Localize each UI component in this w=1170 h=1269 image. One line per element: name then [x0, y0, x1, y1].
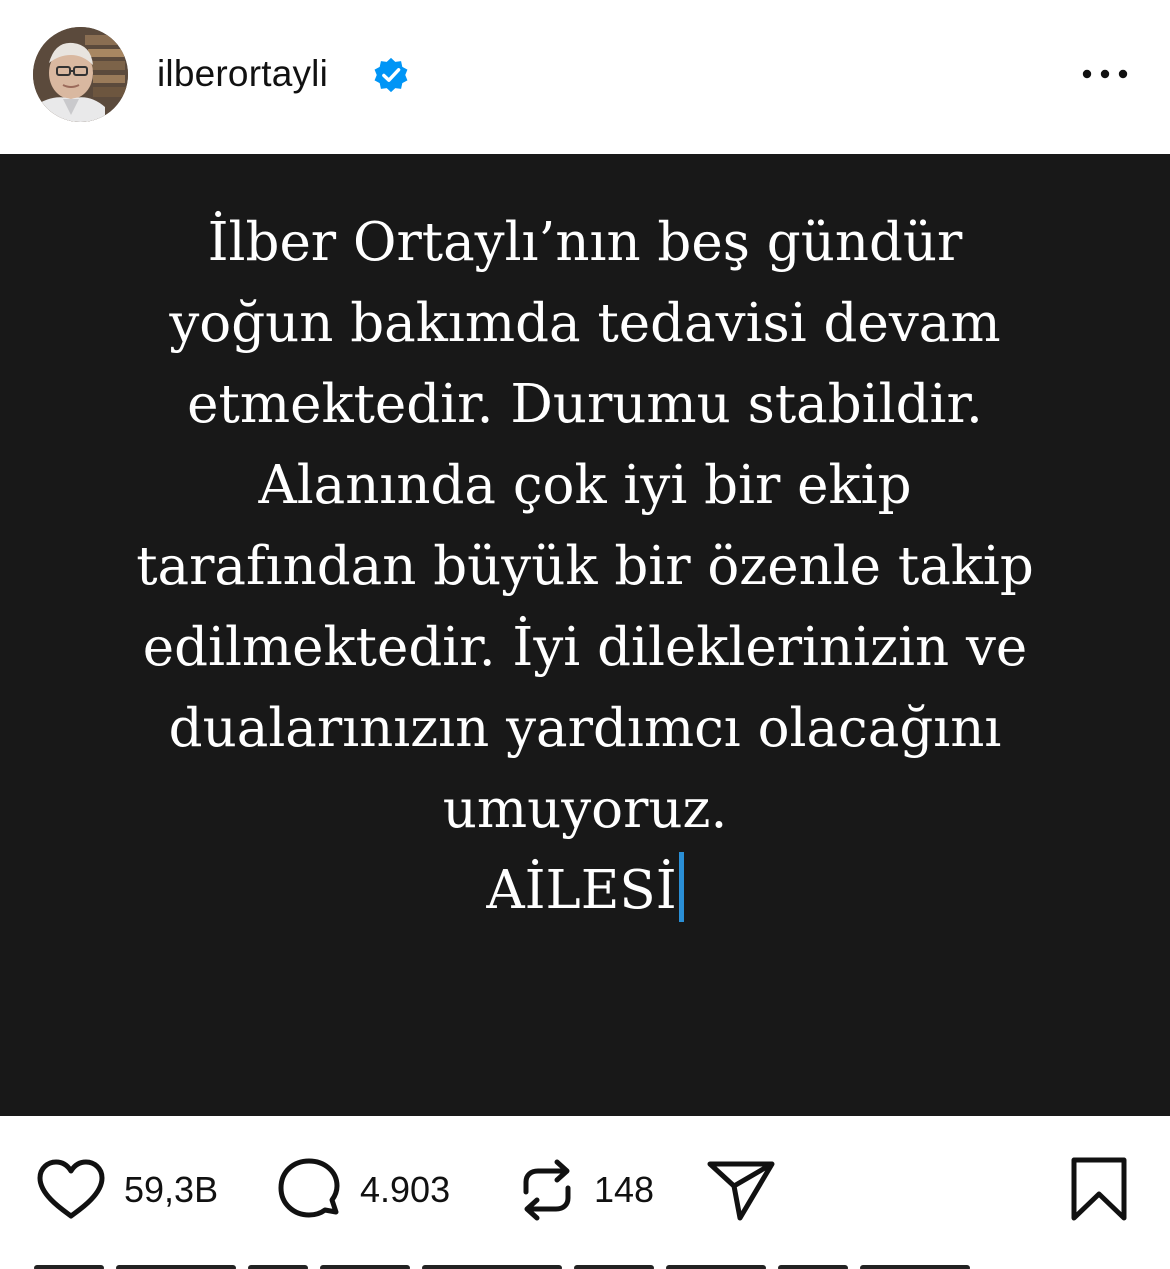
- send-icon: [707, 1161, 775, 1221]
- bookmark-icon[interactable]: [1068, 1156, 1130, 1222]
- action-bar: 59,3B 4.903 148: [0, 1116, 1170, 1269]
- post-image[interactable]: İlber Ortaylı’nın beş gündür yoğun bakım…: [0, 154, 1170, 1116]
- post-text: İlber Ortaylı’nın beş gündür yoğun bakım…: [20, 202, 1150, 931]
- like-button[interactable]: 59,3B: [36, 1158, 218, 1222]
- text-cursor: [678, 852, 684, 922]
- post-text-line: Alanında çok iyi bir ekip: [258, 455, 912, 516]
- share-button[interactable]: [706, 1158, 776, 1222]
- post-text-line: tarafından büyük bir özenle takip: [136, 536, 1034, 597]
- post-text-line: etmektedir. Durumu stabildir.: [187, 374, 983, 435]
- heart-icon: [37, 1159, 105, 1219]
- post-header: ilberortayli: [0, 0, 1170, 154]
- post-text-line: umuyoruz.: [442, 779, 728, 840]
- username[interactable]: ilberortayli: [157, 50, 328, 98]
- more-options-icon[interactable]: [1080, 62, 1130, 86]
- comment-button[interactable]: 4.903: [276, 1158, 450, 1222]
- post-view: ilberortayli İlber Ortaylı’nın beş gündü…: [0, 0, 1170, 1269]
- comment-count: 4.903: [360, 1169, 451, 1210]
- like-count: 59,3B: [124, 1169, 219, 1210]
- repost-icon: [523, 1159, 571, 1221]
- post-text-line: dualarınızın yardımcı olacağını: [168, 698, 1002, 759]
- post-text-line: İlber Ortaylı’nın beş gündür: [207, 212, 963, 273]
- repost-count: 148: [594, 1169, 655, 1210]
- repost-button[interactable]: 148: [518, 1158, 654, 1222]
- caption-preview: [34, 1258, 1134, 1269]
- post-signature-line: AİLESİ: [20, 850, 1150, 931]
- comment-bubble-icon: [278, 1158, 340, 1218]
- verified-badge-icon: [374, 57, 408, 93]
- post-text-line: yoğun bakımda tedavisi devam: [169, 293, 1001, 354]
- post-signature: AİLESİ: [486, 860, 677, 921]
- post-text-line: edilmektedir. İyi dileklerinizin ve: [142, 617, 1028, 678]
- avatar[interactable]: [33, 27, 128, 122]
